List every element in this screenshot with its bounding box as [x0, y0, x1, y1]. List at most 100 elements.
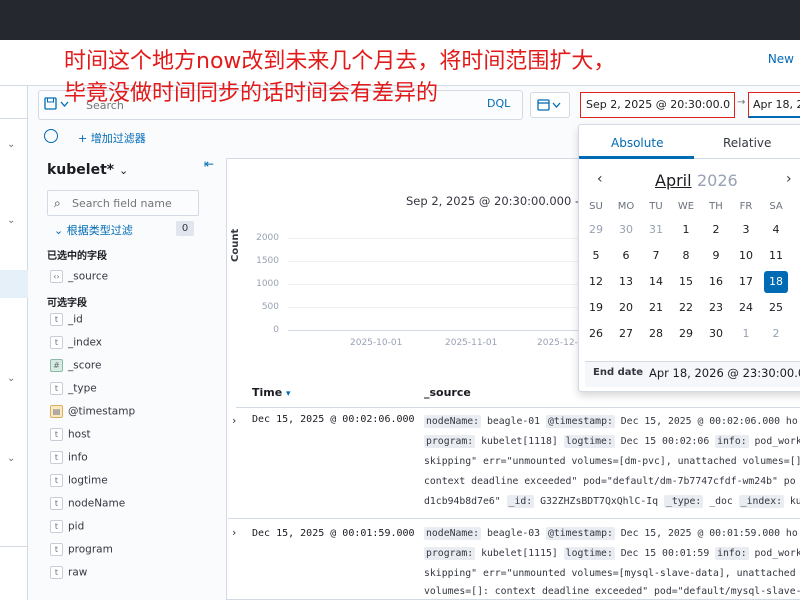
source-line: program: kubelet[1115] logtime: Dec 15 0…	[424, 547, 800, 560]
calendar-day[interactable]: 23	[704, 297, 728, 319]
calendar-day[interactable]: 9	[704, 245, 728, 267]
previous-month-icon[interactable]: ‹	[597, 171, 603, 187]
chevron-down-icon[interactable]: ⌄	[7, 140, 17, 150]
calendar-day[interactable]: 1	[674, 219, 698, 241]
y-tick-label: 0	[273, 325, 279, 335]
field-search-input[interactable]	[72, 195, 196, 211]
field-item[interactable]: t _type	[50, 382, 97, 400]
field-item[interactable]: t info	[50, 451, 88, 469]
nav-selected-item[interactable]	[0, 270, 28, 298]
field-item[interactable]: t _id	[50, 313, 83, 331]
calendar-day[interactable]: 2	[764, 323, 788, 345]
field-key: logtime:	[563, 435, 615, 448]
chevron-down-icon: ⌄	[118, 164, 129, 177]
calendar-day[interactable]: 6	[614, 245, 638, 267]
sort-down-icon[interactable]: ▾	[286, 389, 291, 399]
weekday-label: WE	[677, 201, 695, 212]
time-column-header[interactable]: Time ▾	[252, 386, 291, 399]
calendar-day[interactable]: 30	[614, 219, 638, 241]
calendar-day[interactable]: 22	[674, 297, 698, 319]
calendar-day[interactable]: 5	[584, 245, 608, 267]
add-filter-button[interactable]: + 增加过滤器	[78, 130, 146, 146]
field-key: nodeName:	[424, 527, 482, 540]
field-item[interactable]: t host	[50, 428, 91, 446]
calendar-day[interactable]: 2	[704, 219, 728, 241]
calendar-day[interactable]: 26	[584, 323, 608, 345]
x-tick-label: 2025-12-0	[537, 338, 584, 348]
field-item[interactable]: t program	[50, 543, 113, 561]
calendar-day[interactable]: 27	[614, 323, 638, 345]
index-pattern-selector[interactable]: kubelet* ⌄	[47, 162, 128, 178]
filter-count-badge: 0	[176, 221, 194, 236]
calendar-day[interactable]: 10	[734, 245, 758, 267]
tab-absolute[interactable]: Absolute	[611, 136, 663, 150]
end-date-input[interactable]: Apr 18, 2026 @ 23:30:00.00	[649, 366, 800, 380]
calendar-day[interactable]: 29	[584, 219, 608, 241]
field-item[interactable]: # _score	[50, 359, 101, 377]
calendar-day[interactable]: 21	[644, 297, 668, 319]
calendar-day[interactable]: 29	[674, 323, 698, 345]
calendar-day[interactable]: 8	[674, 245, 698, 267]
field-item[interactable]: t raw	[50, 566, 87, 584]
field-key: nodeName:	[424, 415, 482, 428]
chevron-down-icon[interactable]: ⌄	[7, 216, 17, 226]
new-button[interactable]: New	[768, 52, 794, 66]
calendar-day[interactable]: 17	[734, 271, 758, 293]
field-search-box: ⌕	[47, 190, 199, 216]
row-time: Dec 15, 2025 @ 00:01:59.000	[252, 528, 415, 539]
field-name: nodeName	[68, 497, 126, 510]
chevron-down-icon[interactable]: ⌄	[7, 374, 17, 384]
calendar-day[interactable]: 12	[584, 271, 608, 293]
calendar-day[interactable]: 4	[764, 219, 788, 241]
calendar-day[interactable]: 30	[704, 323, 728, 345]
chevron-down-icon[interactable]: ⌄	[7, 454, 17, 464]
year-selector[interactable]: 2026	[697, 171, 738, 190]
filter-icon[interactable]	[44, 129, 58, 143]
tab-relative[interactable]: Relative	[723, 136, 771, 150]
weekday-label: TU	[649, 201, 663, 212]
field-name: pid	[68, 520, 85, 533]
calendar-day[interactable]: 1	[734, 323, 758, 345]
field-item[interactable]: t nodeName	[50, 497, 125, 515]
calendar-day[interactable]: 24	[734, 297, 758, 319]
field-key: @timestamp:	[545, 415, 615, 428]
calendar-day[interactable]: 15	[674, 271, 698, 293]
field-value: kubelet[1118]	[475, 436, 564, 447]
collapse-sidebar-icon[interactable]: ⇤	[204, 157, 214, 171]
next-month-icon[interactable]: ›	[786, 171, 792, 187]
calendar-day[interactable]: 16	[704, 271, 728, 293]
calendar-day[interactable]: 28	[644, 323, 668, 345]
calendar-day[interactable]: 20	[614, 297, 638, 319]
field-value: kubelet[1115]	[475, 548, 564, 559]
left-nav-strip: ⌄ ⌄ ⌄ ⌄	[0, 86, 28, 600]
annotation-line-1: 时间这个地方now改到未来几个月去，将时间范围扩大，	[64, 49, 616, 74]
calendar-day[interactable]: 18	[764, 271, 788, 293]
expand-row-icon[interactable]: ›	[232, 414, 236, 427]
filter-by-type-button[interactable]: ⌄ 根据类型过滤	[54, 222, 133, 238]
weekday-label: MO	[617, 201, 635, 212]
calendar-day[interactable]: 7	[644, 245, 668, 267]
field-item[interactable]: t pid	[50, 520, 84, 538]
calendar-day[interactable]: 31	[644, 219, 668, 241]
x-tick-label: 2025-11-01	[445, 338, 498, 348]
calendar-day[interactable]: 25	[764, 297, 788, 319]
calendar-day[interactable]: 14	[644, 271, 668, 293]
month-selector[interactable]: April	[655, 171, 692, 190]
calendar-day[interactable]: 13	[614, 271, 638, 293]
calendar-day[interactable]: 19	[584, 297, 608, 319]
field-item[interactable]: t _index	[50, 336, 102, 354]
field-item[interactable]: t logtime	[50, 474, 108, 492]
row-time: Dec 15, 2025 @ 00:02:06.000	[252, 414, 415, 425]
date-type-icon: ▤	[50, 405, 63, 418]
top-navigation-bar	[0, 0, 800, 40]
string-type-icon: t	[50, 382, 63, 395]
x-tick-label: 2025-10-01	[350, 338, 403, 348]
expand-row-icon[interactable]: ›	[232, 526, 236, 539]
field-item[interactable]: ▤ @timestamp	[50, 405, 135, 423]
field-item-source[interactable]: ‹› _source	[50, 270, 108, 288]
calendar-day[interactable]: 11	[764, 245, 788, 267]
field-name: info	[68, 451, 88, 464]
calendar-day[interactable]: 3	[734, 219, 758, 241]
y-tick-label: 500	[261, 302, 279, 312]
end-date-button[interactable]: Apr 18, 2	[748, 92, 800, 118]
